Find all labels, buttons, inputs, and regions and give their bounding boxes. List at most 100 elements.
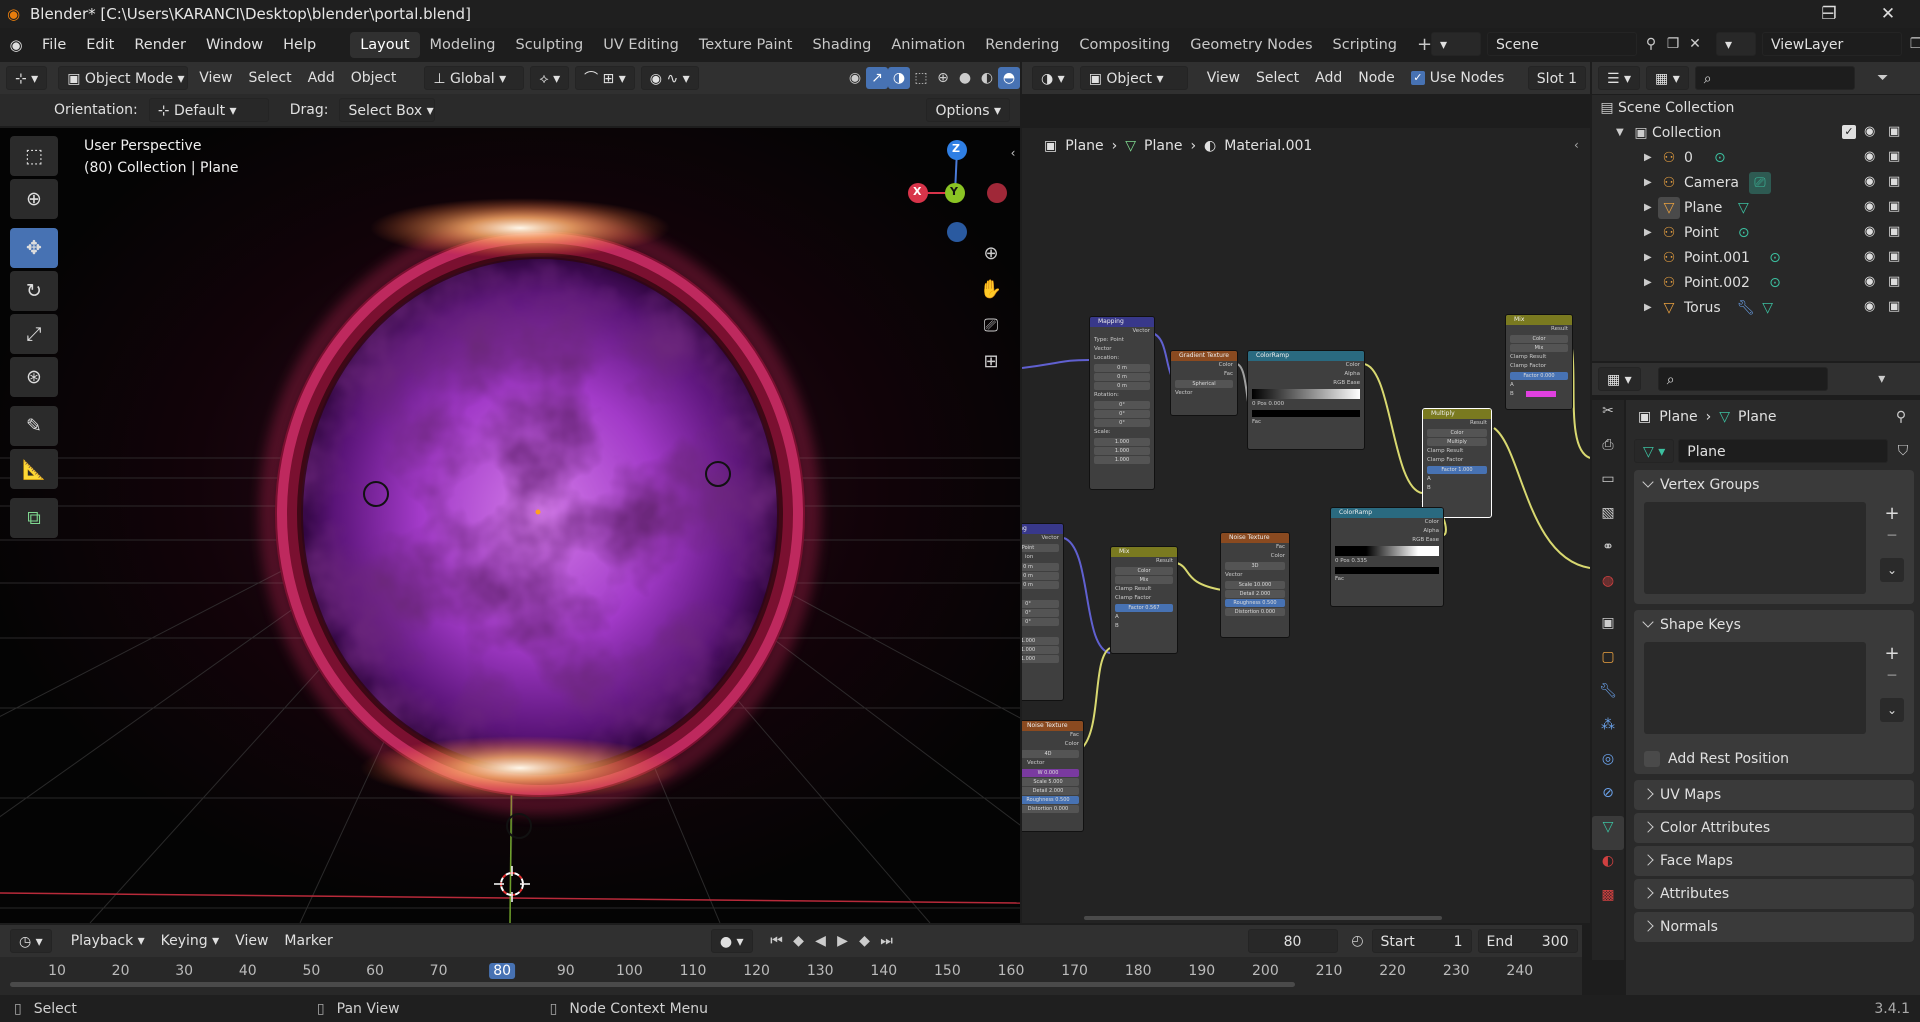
node-menu-view[interactable]: View [1199, 66, 1248, 90]
navigation-gizmo[interactable]: Z X Y [900, 133, 1010, 243]
timeline-menu-marker[interactable]: Marker [276, 929, 340, 953]
mix-node-top[interactable]: Mix Result Color Mix Clamp Result Clamp … [1505, 314, 1573, 410]
add-rest-position-checkbox[interactable] [1644, 751, 1660, 767]
workspace-tab-modeling[interactable]: Modeling [420, 32, 506, 58]
colorramp1-interp[interactable]: Ease [1347, 380, 1360, 386]
play-reverse-icon[interactable]: ◀ [810, 930, 832, 952]
editor-type-selector[interactable]: ⊹ ▾ [6, 66, 48, 90]
use-nodes-toggle[interactable]: ✓ Use Nodes [1403, 66, 1512, 90]
outliner-item-torus[interactable]: ▶ ▽ Torus 🔧︎ ▽ ◉ ▣ [1592, 295, 1920, 320]
solid-shading-icon[interactable]: ● [954, 67, 976, 89]
rendered-shading-icon[interactable]: ◓ [998, 67, 1020, 89]
end-frame-field[interactable]: End 300 [1477, 929, 1578, 953]
mapping2-loc-x[interactable]: 0 m [1022, 563, 1059, 571]
multiply-factor-value[interactable]: 1.000 [1458, 467, 1472, 473]
properties-editor-type[interactable]: ▦ ▾ [1598, 367, 1641, 391]
menu-file[interactable]: File [32, 32, 76, 58]
3d-viewport[interactable]: User Perspective (80) Collection | Plane… [0, 128, 1020, 923]
pin-icon[interactable]: ⚲ [1640, 33, 1662, 55]
jump-prev-keyframe-icon[interactable]: ◆ [788, 930, 810, 952]
data-tab-icon[interactable]: ▽ [1592, 816, 1624, 850]
noise2-rough-value[interactable]: 0.500 [1055, 797, 1069, 803]
blender-menu-icon[interactable]: ◉ [0, 36, 32, 54]
gradient-texture-node[interactable]: Gradient Texture Color Fac Spherical Vec… [1170, 350, 1238, 416]
point-001-visibility-icon[interactable]: ◉ [1864, 249, 1875, 264]
viewport-menu-select[interactable]: Select [240, 66, 299, 90]
workspace-tab-shading[interactable]: Shading [802, 32, 881, 58]
collection-expand-icon[interactable]: ▼ [1616, 127, 1630, 138]
shape-keys-header[interactable]: Shape Keys [1634, 610, 1914, 640]
measure-tool-icon[interactable]: 📐 [10, 449, 58, 489]
material-tab-icon[interactable]: ◐ [1592, 850, 1624, 884]
multiply-clamp-result[interactable]: Clamp Result [1423, 447, 1491, 456]
view-layer-tab-icon[interactable]: ▧ [1592, 502, 1624, 536]
mix-mid-clamp-result[interactable]: Clamp Result [1111, 585, 1177, 594]
transform-tool-icon[interactable]: ⊛ [10, 357, 58, 397]
mapping-loc-z[interactable]: 0 m [1094, 382, 1150, 390]
outliner-editor-type[interactable]: ☰ ▾ [1598, 66, 1641, 90]
workspace-tab-geometry-nodes[interactable]: Geometry Nodes [1180, 32, 1322, 58]
mapping-scale-y[interactable]: 1.000 [1094, 447, 1150, 455]
menu-render[interactable]: Render [124, 32, 196, 58]
material-shading-icon[interactable]: ◐ [976, 67, 998, 89]
jump-next-keyframe-icon[interactable]: ◆ [854, 930, 876, 952]
mix-top-factor-value[interactable]: 0.000 [1540, 373, 1554, 379]
face-maps-header[interactable]: Face Maps [1634, 846, 1914, 876]
colorramp2-mode[interactable]: RGB [1412, 537, 1424, 543]
viewport-menu-add[interactable]: Add [300, 66, 343, 90]
outliner-display-mode[interactable]: ▦ ▾ [1646, 66, 1689, 90]
menu-edit[interactable]: Edit [76, 32, 124, 58]
noise-texture-node-2[interactable]: Noise Texture Fac Color 4D Vector W 0.00… [1022, 720, 1084, 832]
menu-window[interactable]: Window [196, 32, 273, 58]
mapping-rot-z[interactable]: 0° [1094, 419, 1150, 427]
collection-visibility-icon[interactable]: ◉ [1864, 124, 1875, 139]
mapping-loc-x[interactable]: 0 m [1094, 364, 1150, 372]
scene-selector[interactable]: ▾ [1431, 32, 1481, 56]
multiply-clamp-factor[interactable]: Clamp Factor [1423, 456, 1491, 465]
workspace-tab-rendering[interactable]: Rendering [975, 32, 1069, 58]
mapping2-scale-x[interactable]: 1.000 [1022, 637, 1059, 645]
end-value[interactable]: 300 [1542, 930, 1569, 952]
timeline-menu-playback[interactable]: Playback ▾ [63, 929, 153, 953]
normals-header[interactable]: Normals [1634, 912, 1914, 942]
properties-search-input[interactable]: ⌕ [1657, 367, 1828, 391]
outliner-item-plane[interactable]: ▶ ▽ Plane ▽ ◉ ▣ [1592, 195, 1920, 220]
camera-view-icon[interactable]: ⎚ [975, 315, 1007, 351]
torus-render-icon[interactable]: ▣ [1888, 299, 1900, 314]
colorramp2-interp[interactable]: Ease [1426, 537, 1439, 543]
mix-mid-blend-mode[interactable]: Mix [1115, 576, 1173, 584]
restore-icon[interactable]: ❐ [1806, 0, 1852, 28]
mapping2-scale-z[interactable]: 1.000 [1022, 655, 1059, 663]
mapping2-type-value[interactable]: Point [1022, 544, 1059, 552]
mapping2-loc-z[interactable]: 0 m [1022, 581, 1059, 589]
mapping2-scale-y[interactable]: 1.000 [1022, 646, 1059, 654]
props-pin-icon[interactable]: ⚲ [1890, 406, 1912, 428]
noise1-scale-value[interactable]: 10.000 [1254, 582, 1272, 588]
mapping-scale-x[interactable]: 1.000 [1094, 438, 1150, 446]
shape-keys-menu-icon[interactable]: ⌄ [1880, 698, 1904, 722]
jump-start-icon[interactable]: ⏮ [766, 930, 788, 952]
colorramp2-pos-value[interactable]: 0.335 [1351, 558, 1367, 564]
camera-visibility-icon[interactable]: ◉ [1864, 174, 1875, 189]
properties-options-icon[interactable]: ▾ [1871, 368, 1893, 390]
wireframe-shading-icon[interactable]: ⊕ [932, 67, 954, 89]
workspace-tab-texture-paint[interactable]: Texture Paint [689, 32, 803, 58]
world-tab-icon[interactable]: ◍ [1592, 570, 1624, 604]
workspace-tab-layout[interactable]: Layout [350, 32, 420, 58]
colorramp1-pos-value[interactable]: 0.000 [1268, 401, 1284, 407]
options-dropdown[interactable]: Options ▾ [926, 98, 1010, 122]
outliner-item-point[interactable]: ▶ ⚇ Point ⊙ ◉ ▣ [1592, 220, 1920, 245]
play-icon[interactable]: ▶ [832, 930, 854, 952]
workspace-tab-uv-editing[interactable]: UV Editing [593, 32, 689, 58]
vertex-groups-list[interactable] [1644, 502, 1866, 594]
scale-tool-icon[interactable]: ⤢ [10, 314, 58, 354]
texture-tab-icon[interactable]: ▩ [1592, 884, 1624, 918]
mapping-rot-x[interactable]: 0° [1094, 401, 1150, 409]
shader-node-editor[interactable]: ▣ Plane › ▽ Plane › ◐ Material.001 ‹ Map… [1022, 128, 1590, 923]
viewport-menu-view[interactable]: View [191, 66, 240, 90]
timeline-scrollbar[interactable] [10, 982, 1295, 987]
point-002-render-icon[interactable]: ▣ [1888, 274, 1900, 289]
noise2-w-value[interactable]: 0.000 [1044, 770, 1058, 776]
colorramp2-gradient[interactable] [1335, 546, 1439, 556]
visibility-icon[interactable]: ◉ [844, 67, 866, 89]
